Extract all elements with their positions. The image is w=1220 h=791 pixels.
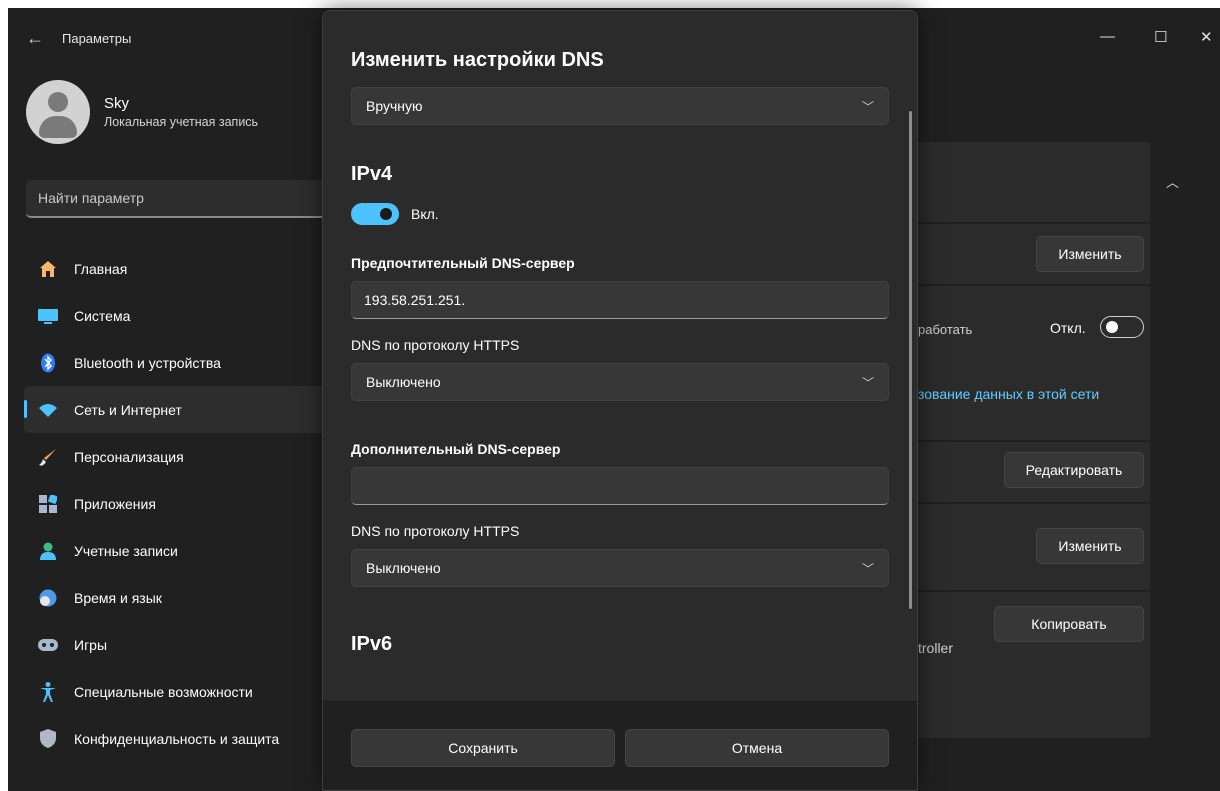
- sidebar-item-personalization[interactable]: Персонализация: [24, 433, 334, 480]
- time-language-icon: [38, 588, 58, 608]
- maximize-icon[interactable]: ☐: [1154, 28, 1167, 46]
- metered-toggle-label: Откл.: [1050, 320, 1086, 336]
- sidebar-item-label: Главная: [74, 260, 128, 277]
- sidebar-item-label: Конфиденциальность и защита: [74, 730, 280, 747]
- close-icon[interactable]: ✕: [1200, 28, 1213, 46]
- preferred-https-value: Выключено: [366, 374, 441, 390]
- sidebar-item-label: Система: [74, 307, 131, 324]
- change-button-1[interactable]: Изменить: [1036, 236, 1144, 272]
- sidebar-item-apps[interactable]: Приложения: [24, 480, 334, 527]
- accessibility-icon: [38, 681, 58, 702]
- ipv4-toggle[interactable]: [351, 203, 399, 225]
- back-arrow-icon[interactable]: ←: [26, 28, 44, 49]
- dns-mode-value: Вручную: [366, 98, 423, 114]
- profile-account-type: Локальная учетная запись: [104, 115, 259, 129]
- profile-name: Sky: [104, 95, 130, 112]
- metered-toggle[interactable]: [1100, 316, 1144, 338]
- preferred-dns-input[interactable]: 193.58.251.251.: [351, 281, 889, 319]
- dns-settings-dialog: Изменить настройки DNS Вручную ﹀ IPv4 Вк…: [322, 10, 918, 791]
- avatar: [26, 80, 90, 144]
- network-icon: [38, 400, 58, 420]
- ipv4-toggle-label: Вкл.: [411, 206, 439, 222]
- sidebar-item-bluetooth[interactable]: Bluetooth и устройства: [24, 339, 334, 386]
- home-icon: [38, 259, 58, 279]
- sidebar-item-accounts[interactable]: Учетные записи: [24, 527, 334, 574]
- search-input[interactable]: Найти параметр: [26, 180, 336, 218]
- sidebar-item-label: Bluetooth и устройства: [74, 354, 221, 371]
- preferred-dns-label: Предпочтительный DNS-сервер: [351, 255, 575, 271]
- avatar-body: [39, 116, 77, 138]
- edit-button[interactable]: Редактировать: [1004, 452, 1144, 488]
- gaming-icon: [38, 635, 58, 655]
- sidebar: ← Параметры Sky Локальная учетная запись…: [8, 8, 336, 791]
- sidebar-item-label: Приложения: [74, 495, 156, 512]
- change-button-2[interactable]: Изменить: [1036, 528, 1144, 564]
- accounts-icon: [38, 541, 58, 561]
- sidebar-item-label: Специальные возможности: [74, 683, 253, 700]
- ipv6-heading: IPv6: [351, 633, 393, 655]
- alternate-dns-input[interactable]: [351, 467, 889, 505]
- sidebar-item-network[interactable]: Сеть и Интернет: [24, 386, 334, 433]
- copy-button[interactable]: Копировать: [994, 606, 1144, 642]
- profile-text: Sky Локальная учетная запись: [104, 95, 258, 129]
- sidebar-item-time-language[interactable]: Время и язык: [24, 574, 334, 621]
- sidebar-item-home[interactable]: Главная: [24, 245, 334, 292]
- shield-icon: [38, 729, 58, 749]
- sidebar-item-privacy[interactable]: Конфиденциальность и защита: [24, 715, 334, 762]
- user-profile[interactable]: Sky Локальная учетная запись: [26, 80, 258, 144]
- chevron-down-icon: ﹀: [861, 561, 874, 576]
- avatar-head: [48, 92, 68, 112]
- sidebar-item-label: Персонализация: [74, 448, 184, 465]
- bluetooth-icon: [38, 353, 58, 373]
- sidebar-item-label: Учетные записи: [74, 542, 178, 559]
- dialog-title: Изменить настройки DNS: [351, 49, 604, 71]
- chevron-down-icon: ﹀: [861, 99, 874, 114]
- alternate-dns-label: Дополнительный DNS-сервер: [351, 441, 561, 457]
- sidebar-item-gaming[interactable]: Игры: [24, 621, 334, 668]
- metered-text: работать: [918, 322, 973, 337]
- sidebar-item-label: Время и язык: [74, 589, 162, 606]
- cancel-button[interactable]: Отмена: [625, 729, 889, 767]
- sidebar-item-label: Сеть и Интернет: [74, 401, 182, 418]
- save-button[interactable]: Сохранить: [351, 729, 615, 767]
- ipv4-heading: IPv4: [351, 163, 393, 185]
- preferred-https-label: DNS по протоколу HTTPS: [351, 337, 520, 353]
- brush-icon: [38, 447, 58, 467]
- alternate-https-label: DNS по протоколу HTTPS: [351, 523, 520, 539]
- system-icon: [38, 306, 58, 326]
- sidebar-nav: Главная Система Bluetooth и устройства С…: [24, 245, 334, 762]
- data-usage-link[interactable]: зование данных в этой сети: [918, 386, 1099, 402]
- preferred-https-select[interactable]: Выключено ﹀: [351, 363, 889, 401]
- apps-icon: [38, 494, 58, 514]
- title-row: ← Параметры: [26, 28, 131, 48]
- dialog-footer: Сохранить Отмена: [323, 701, 917, 790]
- chevron-down-icon: ﹀: [861, 375, 874, 390]
- dns-mode-select[interactable]: Вручную ﹀: [351, 87, 889, 125]
- sidebar-item-system[interactable]: Система: [24, 292, 334, 339]
- minimize-icon[interactable]: —: [1100, 28, 1115, 45]
- app-title: Параметры: [62, 30, 132, 46]
- sidebar-item-accessibility[interactable]: Специальные возможности: [24, 668, 334, 715]
- alternate-https-select[interactable]: Выключено ﹀: [351, 549, 889, 587]
- controller-text: troller: [918, 640, 954, 656]
- sidebar-item-label: Игры: [74, 636, 108, 653]
- alternate-https-value: Выключено: [366, 560, 441, 576]
- dialog-scrollbar[interactable]: [909, 111, 912, 609]
- chevron-up-icon[interactable]: ︿: [1166, 172, 1179, 191]
